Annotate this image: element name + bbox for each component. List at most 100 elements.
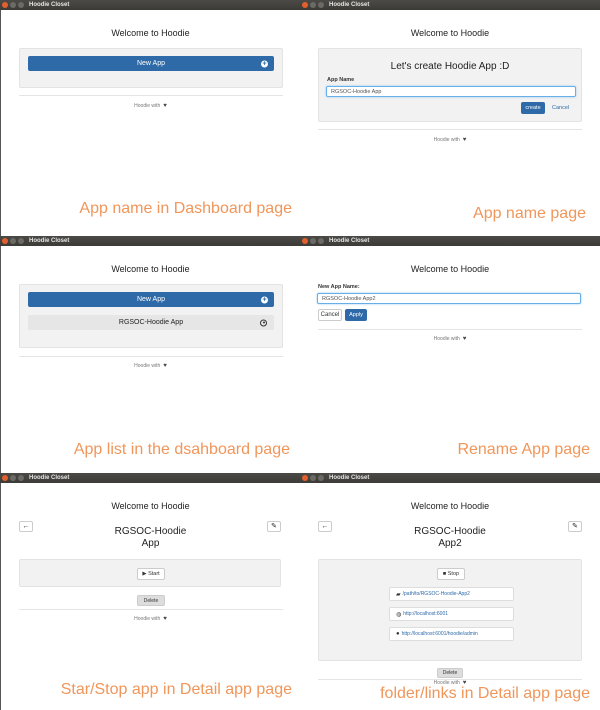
window-title: Hoodie Closet: [29, 475, 70, 481]
new-app-name-label: New App Name:: [318, 284, 360, 290]
window-content: Welcome to Hoodie ← ✎ RGSOC-Hoodie App2 …: [300, 483, 600, 710]
window-title: Hoodie Closet: [29, 238, 70, 244]
welcome-heading: Welcome to Hoodie: [111, 28, 190, 38]
caption: App name in Dashboard page: [79, 200, 292, 217]
app-list-well: New App +: [19, 48, 283, 88]
admin-link-text: http://localhost:6001/hoodie/admin: [401, 631, 478, 637]
detail-well: ■ Stop ▰ /path/to/RGSOC-Hoodie-App2 ◍ ht…: [318, 559, 582, 661]
window-titlebar: Hoodie Closet: [0, 0, 300, 10]
footer: Hoodie with ♥: [1, 363, 300, 369]
window-title: Hoodie Closet: [29, 2, 70, 8]
panel-app-list: Hoodie Closet Welcome to Hoodie New App …: [0, 236, 300, 473]
stop-button[interactable]: ■ Stop: [437, 568, 465, 580]
back-button[interactable]: ←: [19, 521, 33, 532]
maximize-window-button[interactable]: [18, 2, 24, 8]
footer-text: Hoodie with: [433, 137, 460, 143]
globe-icon: ◍: [396, 611, 402, 618]
edit-button[interactable]: ✎: [568, 521, 582, 532]
minimize-window-button[interactable]: [310, 475, 316, 481]
maximize-window-button[interactable]: [318, 238, 324, 244]
window-titlebar: Hoodie Closet: [300, 0, 600, 10]
user-icon: ●: [396, 631, 400, 637]
footer-text: Hoodie with: [134, 363, 161, 369]
welcome-heading: Welcome to Hoodie: [111, 264, 190, 274]
pencil-icon: ✎: [572, 523, 578, 530]
heart-icon: ♥: [163, 616, 167, 622]
footer: Hoodie with ♥: [1, 616, 300, 622]
control-well: ▶ Start: [19, 559, 281, 587]
heart-icon: ♥: [163, 103, 167, 109]
start-button[interactable]: ▶ Start: [137, 568, 165, 580]
maximize-window-button[interactable]: [318, 2, 324, 8]
target-icon: [260, 319, 267, 326]
close-window-button[interactable]: [302, 475, 308, 481]
window-titlebar: Hoodie Closet: [300, 473, 600, 483]
new-app-label: New App: [136, 60, 166, 67]
caption: folder/links in Detail app page: [380, 685, 590, 702]
app-list-item[interactable]: RGSOC-Hoodie App: [28, 315, 274, 330]
delete-button[interactable]: Delete: [437, 668, 463, 678]
window-content: Welcome to Hoodie New App Name: RGSOC-Ho…: [300, 246, 600, 473]
caption: Rename App page: [457, 441, 590, 458]
app-title: RGSOC-Hoodie App: [41, 526, 260, 550]
footer-text: Hoodie with: [134, 103, 161, 109]
edit-button[interactable]: ✎: [267, 521, 281, 532]
app-name-input[interactable]: RGSOC-Hoodie App: [326, 86, 576, 97]
footer-text: Hoodie with: [134, 616, 161, 622]
close-window-button[interactable]: [2, 2, 8, 8]
window-titlebar: Hoodie Closet: [300, 236, 600, 246]
close-window-button[interactable]: [2, 238, 8, 244]
footer: Hoodie with ♥: [300, 336, 600, 342]
divider: [318, 129, 582, 130]
panel-create-app: Hoodie Closet Welcome to Hoodie Let's cr…: [300, 0, 600, 237]
maximize-window-button[interactable]: [18, 475, 24, 481]
create-heading: Let's create Hoodie App :D: [390, 61, 510, 72]
minimize-window-button[interactable]: [10, 475, 16, 481]
cancel-link[interactable]: Cancel: [552, 105, 569, 111]
new-app-label: New App: [136, 296, 166, 303]
create-button[interactable]: create: [521, 102, 545, 114]
window-titlebar: Hoodie Closet: [0, 473, 300, 483]
app-name-label: App Name: [327, 77, 355, 83]
window-content: Welcome to Hoodie ← ✎ RGSOC-Hoodie App ▶…: [0, 483, 300, 710]
app-list-well: New App + RGSOC-Hoodie App: [19, 284, 283, 348]
close-window-button[interactable]: [2, 475, 8, 481]
cancel-button[interactable]: Cancel: [318, 309, 342, 321]
folder-path-link[interactable]: ▰ /path/to/RGSOC-Hoodie-App2: [389, 587, 514, 601]
minimize-window-button[interactable]: [10, 238, 16, 244]
arrow-left-icon: ←: [22, 523, 30, 530]
new-app-button[interactable]: New App +: [28, 292, 274, 307]
panel-dashboard: Hoodie Closet Welcome to Hoodie New App …: [0, 0, 300, 237]
plus-icon: +: [261, 296, 268, 303]
heart-icon: ♥: [462, 336, 467, 342]
heart-icon: ♥: [462, 137, 467, 143]
delete-button[interactable]: Delete: [137, 595, 165, 606]
app-title-line2: App: [141, 538, 160, 549]
close-window-button[interactable]: [302, 2, 308, 8]
new-app-name-input[interactable]: RGSOC-Hoodie App2: [317, 293, 581, 304]
window-title: Hoodie Closet: [329, 238, 370, 244]
close-window-button[interactable]: [302, 238, 308, 244]
app-title-line1: RGSOC-Hoodie: [114, 526, 187, 537]
minimize-window-button[interactable]: [310, 238, 316, 244]
minimize-window-button[interactable]: [310, 2, 316, 8]
folder-path-text: /path/to/RGSOC-Hoodie-App2: [402, 591, 470, 597]
minimize-window-button[interactable]: [10, 2, 16, 8]
maximize-window-button[interactable]: [18, 238, 24, 244]
divider: [318, 329, 582, 330]
back-button[interactable]: ←: [318, 521, 332, 532]
window-content: Welcome to Hoodie New App + Hoodie with ♥…: [0, 10, 300, 237]
apply-button[interactable]: Apply: [345, 309, 367, 321]
app-title-line2: App2: [438, 538, 462, 549]
footer-text: Hoodie with: [433, 336, 460, 342]
admin-link[interactable]: ● http://localhost:6001/hoodie/admin: [389, 627, 514, 641]
localhost-link-text: http://localhost:6001: [403, 611, 449, 617]
caption: Star/Stop app in Detail app page: [60, 681, 292, 698]
window-content: Welcome to Hoodie Let's create Hoodie Ap…: [300, 10, 600, 237]
localhost-link[interactable]: ◍ http://localhost:6001: [389, 607, 514, 621]
new-app-button[interactable]: New App +: [28, 56, 274, 71]
divider: [19, 609, 283, 610]
maximize-window-button[interactable]: [318, 475, 324, 481]
create-app-form: Let's create Hoodie App :D App Name RGSO…: [318, 48, 582, 122]
footer: Hoodie with ♥: [1, 103, 300, 109]
